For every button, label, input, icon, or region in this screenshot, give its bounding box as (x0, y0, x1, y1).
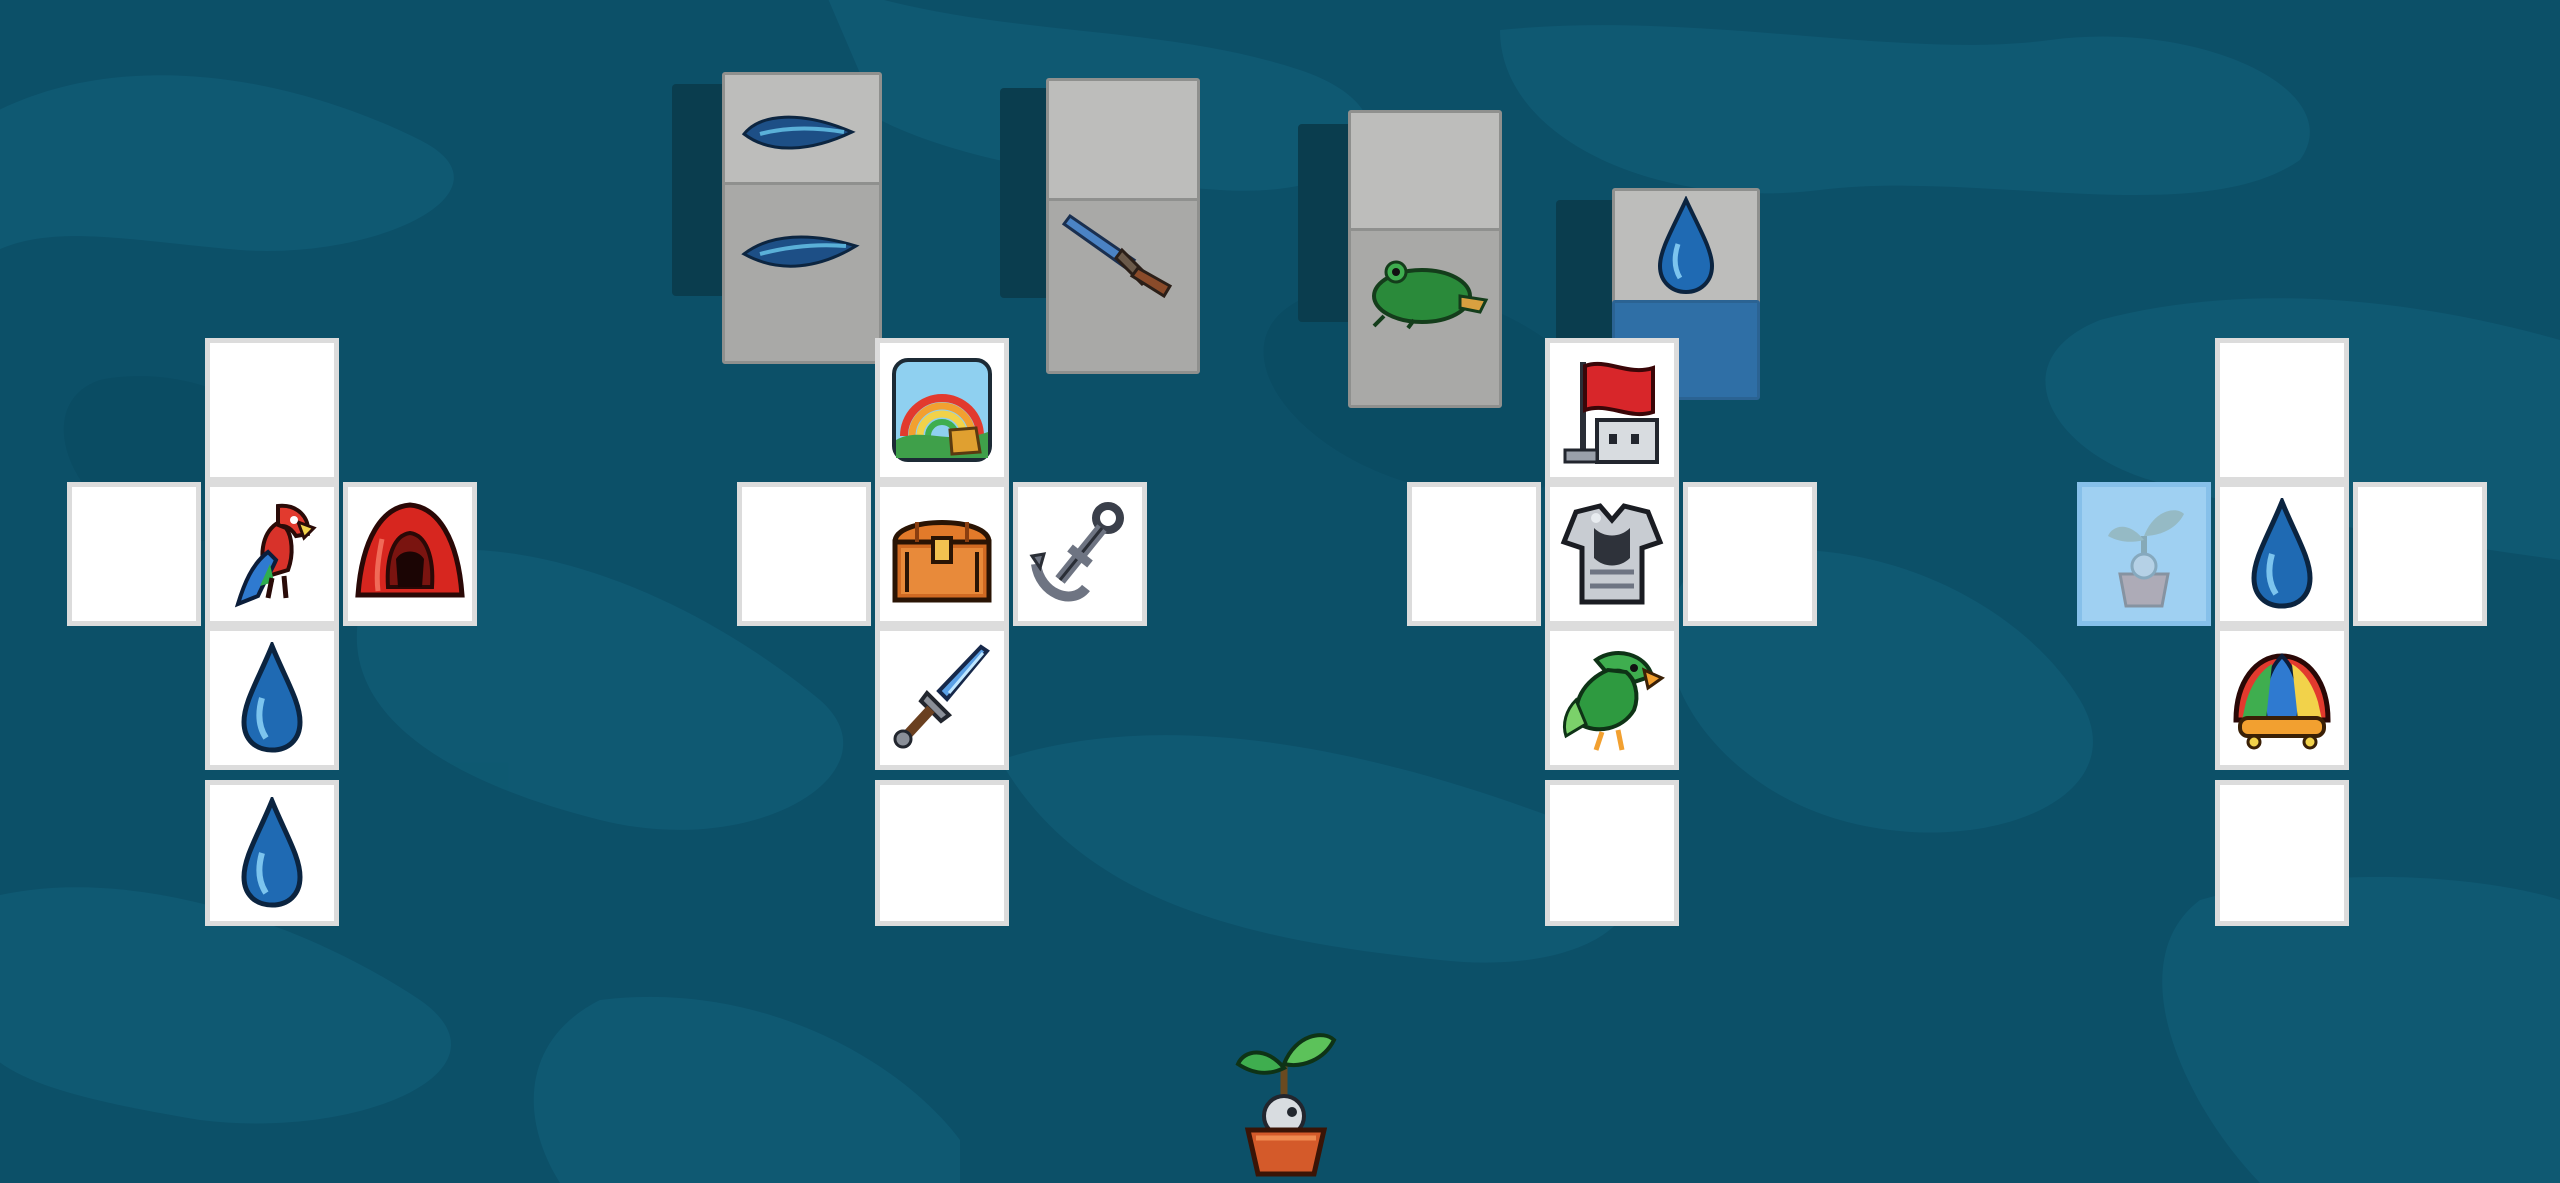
rolled-die-3[interactable] (1298, 110, 1508, 408)
water-drop-icon (241, 642, 303, 753)
net-3-face-top[interactable] (1545, 338, 1679, 482)
net-3-face-center[interactable] (1545, 482, 1679, 626)
rolled-die-2[interactable] (1000, 78, 1200, 374)
net-1-face-below[interactable] (205, 626, 339, 770)
parrot-icon (234, 503, 317, 608)
net-4-face-center[interactable] (2215, 482, 2349, 626)
green-parrot-icon (1562, 651, 1666, 751)
net-2-face-right[interactable] (1013, 482, 1147, 626)
rainbow-icon (892, 358, 992, 462)
net-2-face-top[interactable] (875, 338, 1009, 482)
feather-icon (741, 115, 856, 150)
net-4-face-left[interactable] (2077, 482, 2211, 626)
net-1-face-left[interactable] (67, 482, 201, 626)
red-flag-icon (1563, 361, 1659, 464)
net-1-face-bottom[interactable] (205, 780, 339, 926)
armor-icon (1560, 503, 1664, 605)
sword-icon (893, 644, 990, 749)
sword-icon (1061, 213, 1173, 299)
feather-icon (741, 235, 860, 268)
net-4-face-top[interactable] (2215, 338, 2349, 482)
net-4-face-bottom[interactable] (2215, 780, 2349, 926)
net-2-face-left[interactable] (737, 482, 871, 626)
net-1-face-right[interactable] (343, 482, 477, 626)
net-3-face-bottom[interactable] (1545, 780, 1679, 926)
net-2-face-bottom[interactable] (875, 780, 1009, 926)
net-3-face-left[interactable] (1407, 482, 1541, 626)
net-4-face-below[interactable] (2215, 626, 2349, 770)
net-3-face-below[interactable] (1545, 626, 1679, 770)
net-1-face-top[interactable] (205, 338, 339, 482)
sprout-pot-icon[interactable] (1226, 1024, 1346, 1180)
jester-hat-icon (2233, 653, 2331, 750)
net-2-face-center[interactable] (875, 482, 1009, 626)
rolled-die-1[interactable] (672, 72, 882, 364)
net-3-face-right[interactable] (1683, 482, 1817, 626)
net-2-face-below[interactable] (875, 626, 1009, 770)
game-board (0, 0, 2560, 1183)
anchor-icon (1029, 502, 1124, 602)
treasure-chest-icon (892, 520, 992, 603)
sprout-pot-icon (2108, 510, 2184, 608)
red-hood-icon (355, 502, 465, 598)
net-1-face-center[interactable] (205, 482, 339, 626)
net-4-face-right[interactable] (2353, 482, 2487, 626)
frog-icon (1372, 260, 1489, 330)
water-drop-icon (1657, 196, 1715, 295)
water-drop-icon (241, 797, 303, 908)
water-drop-icon (2251, 498, 2313, 609)
